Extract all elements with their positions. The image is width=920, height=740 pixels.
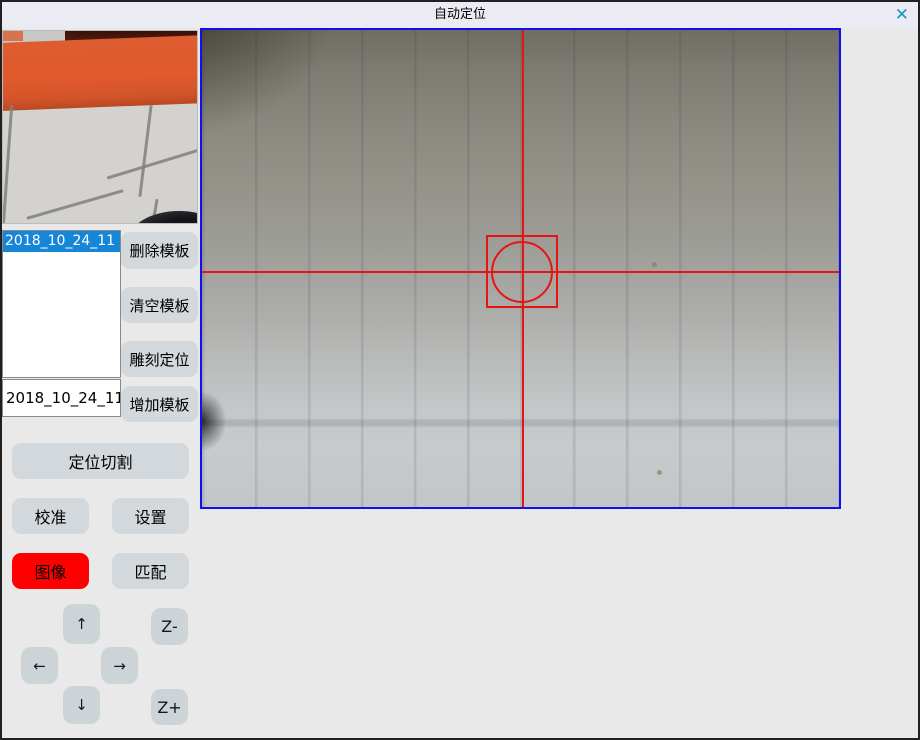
delete-template-button[interactable]: 删除模板 bbox=[121, 232, 198, 269]
title-bar[interactable]: 自动定位 ✕ bbox=[2, 2, 918, 28]
template-list[interactable]: 2018_10_24_11 bbox=[2, 230, 121, 378]
tile-joint-line bbox=[107, 147, 198, 179]
jog-right-button[interactable]: → bbox=[101, 647, 138, 684]
thumbnail-orange-beam bbox=[2, 35, 198, 111]
image-button-active[interactable]: 图像 bbox=[12, 553, 89, 589]
template-name-input[interactable] bbox=[2, 379, 121, 417]
z-plus-button[interactable]: Z+ bbox=[151, 689, 188, 725]
dialog-title: 自动定位 bbox=[434, 7, 486, 22]
tile-joint-line bbox=[138, 105, 152, 197]
tile-joint-line bbox=[2, 105, 13, 224]
auto-position-dialog: 自动定位 ✕ 2018_10_24_11 删除模板 清空模板 雕刻定位 增加模板… bbox=[0, 0, 920, 740]
settings-button[interactable]: 设置 bbox=[112, 498, 189, 534]
camera-speck bbox=[657, 470, 662, 475]
jog-up-button[interactable]: ↑ bbox=[63, 604, 100, 644]
clear-templates-button[interactable]: 清空模板 bbox=[121, 287, 198, 323]
close-icon[interactable]: ✕ bbox=[895, 2, 909, 28]
thumbnail-orange-patch bbox=[3, 31, 23, 41]
calibrate-button[interactable]: 校准 bbox=[12, 498, 89, 534]
roi-circle bbox=[491, 241, 553, 303]
engrave-position-button[interactable]: 雕刻定位 bbox=[121, 341, 198, 377]
template-thumbnail[interactable] bbox=[2, 30, 198, 224]
z-minus-button[interactable]: Z- bbox=[151, 608, 188, 645]
jog-down-button[interactable]: ↓ bbox=[63, 686, 100, 724]
camera-speck bbox=[652, 262, 657, 267]
template-list-item[interactable]: 2018_10_24_11 bbox=[3, 231, 120, 252]
tile-joint-line bbox=[27, 189, 124, 219]
thumbnail-dark-object bbox=[129, 211, 198, 224]
jog-left-button[interactable]: ← bbox=[21, 647, 58, 684]
position-cut-button[interactable]: 定位切割 bbox=[12, 443, 189, 479]
add-template-button[interactable]: 增加模板 bbox=[121, 386, 198, 422]
camera-view[interactable] bbox=[200, 28, 841, 509]
match-button[interactable]: 匹配 bbox=[112, 553, 189, 589]
